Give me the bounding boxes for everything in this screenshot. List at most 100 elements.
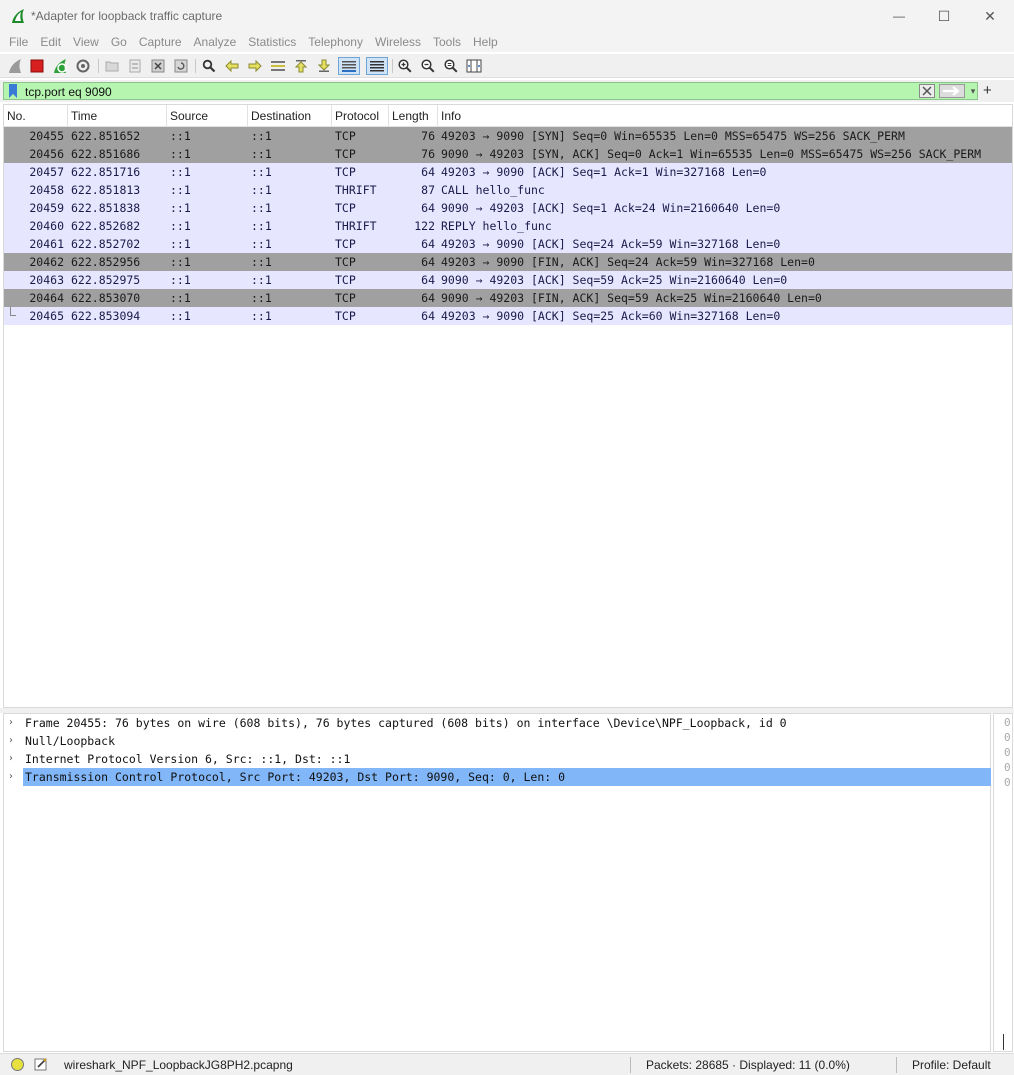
- packet-cell-dst: ::1: [251, 201, 272, 215]
- menu-file[interactable]: File: [3, 35, 34, 49]
- filter-history-dropdown-icon[interactable]: ▾: [968, 84, 978, 98]
- packet-row[interactable]: 20462 622.852956::1::1 TCP 64 49203 → 9090 […: [4, 253, 1012, 271]
- menu-analyze[interactable]: Analyze: [188, 35, 243, 49]
- normal-size-button[interactable]: [442, 57, 460, 75]
- close-file-button[interactable]: [149, 57, 167, 75]
- column-header-info[interactable]: Info: [438, 105, 1012, 127]
- packet-cell-time: 622.853070: [71, 291, 141, 305]
- auto-scroll-button[interactable]: [338, 57, 360, 75]
- column-header-protocol[interactable]: Protocol: [332, 105, 389, 127]
- status-separator: [896, 1057, 897, 1073]
- packet-row[interactable]: 20461 622.852702::1::1 TCP 64 49203 → 9090 […: [4, 235, 1012, 253]
- menu-tools[interactable]: Tools: [427, 35, 467, 49]
- expert-info-indicator-icon[interactable]: [11, 1058, 24, 1071]
- packet-cell-len: 64: [421, 273, 435, 287]
- add-filter-button[interactable]: +: [983, 82, 992, 100]
- packet-cell-no: 20459: [29, 201, 64, 215]
- menu-view[interactable]: View: [67, 35, 105, 49]
- packet-bytes-pane[interactable]: 0 0 0 0 0: [993, 713, 1013, 1052]
- maximize-button[interactable]: ☐: [921, 0, 967, 32]
- packet-cell-len: 64: [421, 309, 435, 323]
- packet-cell-src: ::1: [170, 255, 191, 269]
- detail-row-null-loopback[interactable]: › Null/Loopback: [4, 732, 990, 750]
- minimize-button[interactable]: —: [876, 0, 922, 32]
- display-filter-bar: tcp.port eq 9090 ▾ +: [0, 80, 1014, 102]
- packet-cell-src: ::1: [170, 273, 191, 287]
- shark-fin-icon: [9, 59, 21, 73]
- apply-filter-icon[interactable]: [939, 84, 965, 98]
- column-header-source[interactable]: Source: [167, 105, 248, 127]
- expand-chevron-icon[interactable]: ›: [9, 768, 13, 786]
- packet-row[interactable]: 20464 622.853070::1::1 TCP 64 9090 → 49203 […: [4, 289, 1012, 307]
- close-icon: ✕: [984, 7, 996, 24]
- column-header-destination[interactable]: Destination: [248, 105, 332, 127]
- packet-row[interactable]: 20459 622.851838::1::1 TCP 64 9090 → 49203 […: [4, 199, 1012, 217]
- go-back-button[interactable]: [223, 57, 241, 75]
- packet-row[interactable]: 20460 622.852682::1::1 THRIFT 122 REPLY hell…: [4, 217, 1012, 235]
- display-filter-input[interactable]: tcp.port eq 9090 ▾: [3, 82, 978, 100]
- packet-details-pane[interactable]: › Frame 20455: 76 bytes on wire (608 bit…: [3, 713, 991, 1052]
- profile-selector[interactable]: Profile: Default: [912, 1058, 991, 1072]
- arrow-right-icon: [248, 60, 262, 72]
- first-packet-button[interactable]: [292, 57, 310, 75]
- packet-cell-proto: TCP: [335, 309, 356, 323]
- capture-options-button[interactable]: [74, 57, 92, 75]
- packet-cell-proto: TCP: [335, 201, 356, 215]
- menu-go[interactable]: Go: [105, 35, 133, 49]
- menu-edit[interactable]: Edit: [34, 35, 67, 49]
- expand-chevron-icon[interactable]: ›: [9, 750, 13, 768]
- packet-cell-proto: TCP: [335, 129, 356, 143]
- menu-wireless[interactable]: Wireless: [369, 35, 427, 49]
- packet-row[interactable]: 20457 622.851716::1::1 TCP 64 49203 → 9090 […: [4, 163, 1012, 181]
- packet-list[interactable]: No. Time Source Destination Protocol Len…: [3, 104, 1013, 708]
- expand-chevron-icon[interactable]: ›: [9, 732, 13, 750]
- zoom-in-button[interactable]: [396, 57, 414, 75]
- packet-row[interactable]: 20465 622.853094::1::1 TCP 64 49203 → 9090 […: [4, 307, 1012, 325]
- packet-cell-proto: TCP: [335, 291, 356, 305]
- stop-capture-button[interactable]: [28, 57, 46, 75]
- menu-telephony[interactable]: Telephony: [302, 35, 369, 49]
- start-capture-button[interactable]: [6, 57, 24, 75]
- menu-capture[interactable]: Capture: [133, 35, 188, 49]
- packet-cell-time: 622.851716: [71, 165, 141, 179]
- restart-capture-button[interactable]: [51, 57, 69, 75]
- column-header-no[interactable]: No.: [4, 105, 68, 127]
- close-button[interactable]: ✕: [967, 0, 1013, 32]
- gear-icon: [76, 59, 90, 73]
- menu-help[interactable]: Help: [467, 35, 504, 49]
- bookmark-icon[interactable]: [8, 84, 18, 98]
- packet-cell-info: REPLY hello_func: [441, 219, 552, 233]
- auto-scroll-icon: [342, 61, 356, 72]
- save-file-button[interactable]: [126, 57, 144, 75]
- detail-row-ipv6[interactable]: › Internet Protocol Version 6, Src: ::1,…: [4, 750, 990, 768]
- packet-row[interactable]: 20458 622.851813::1::1 THRIFT 87 CALL hello_…: [4, 181, 1012, 199]
- capture-comment-icon[interactable]: [34, 1057, 48, 1071]
- packet-cell-len: 64: [421, 255, 435, 269]
- detail-row-frame[interactable]: › Frame 20455: 76 bytes on wire (608 bit…: [4, 714, 990, 732]
- packet-cell-proto: THRIFT: [335, 219, 377, 233]
- capture-file-name[interactable]: wireshark_NPF_LoopbackJG8PH2.pcapng: [64, 1058, 293, 1072]
- packet-cell-src: ::1: [170, 219, 191, 233]
- reload-file-button[interactable]: [172, 57, 190, 75]
- resize-columns-button[interactable]: [465, 57, 483, 75]
- last-packet-button[interactable]: [315, 57, 333, 75]
- detail-row-tcp[interactable]: › Transmission Control Protocol, Src Por…: [4, 768, 991, 786]
- column-header-length[interactable]: Length: [389, 105, 438, 127]
- zoom-out-button[interactable]: [419, 57, 437, 75]
- menu-statistics[interactable]: Statistics: [242, 35, 302, 49]
- packet-row[interactable]: 20456 622.851686::1::1 TCP 76 9090 → 49203 […: [4, 145, 1012, 163]
- go-forward-button[interactable]: [246, 57, 264, 75]
- find-packet-button[interactable]: [200, 57, 218, 75]
- packet-cell-src: ::1: [170, 183, 191, 197]
- zoom-out-icon: [421, 59, 435, 73]
- packet-row[interactable]: 20463 622.852975::1::1 TCP 64 9090 → 49203 […: [4, 271, 1012, 289]
- packet-row[interactable]: 20455 622.851652::1::1 TCP 76 49203 → 9090 […: [4, 127, 1012, 145]
- go-to-packet-button[interactable]: [269, 57, 287, 75]
- packet-cell-dst: ::1: [251, 273, 272, 287]
- restart-capture-icon: [54, 59, 67, 73]
- colorize-button[interactable]: [366, 57, 388, 75]
- open-file-button[interactable]: [103, 57, 121, 75]
- column-header-time[interactable]: Time: [68, 105, 167, 127]
- clear-filter-icon[interactable]: [919, 84, 935, 98]
- expand-chevron-icon[interactable]: ›: [9, 714, 13, 732]
